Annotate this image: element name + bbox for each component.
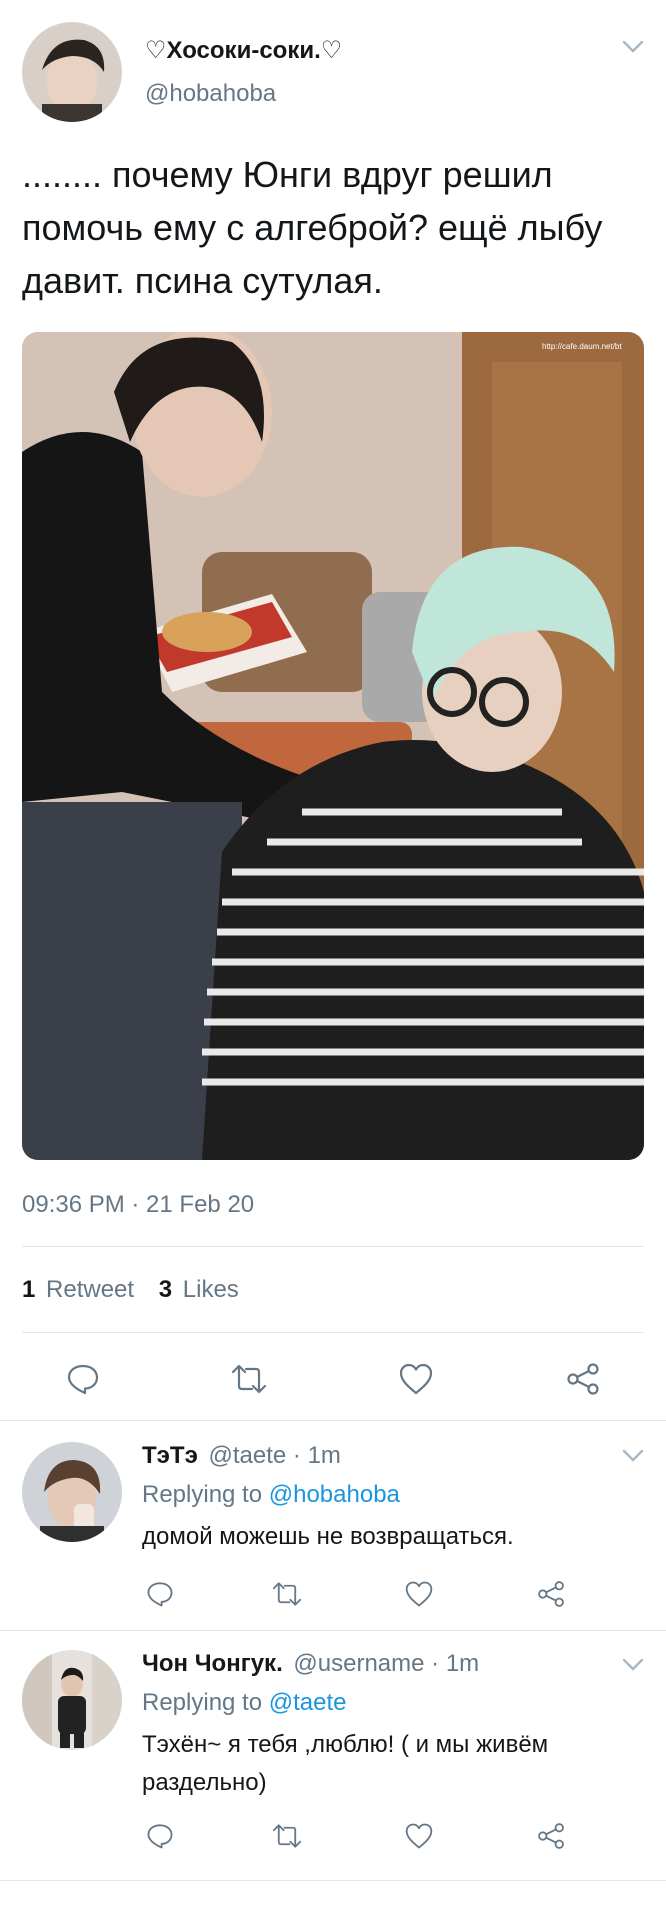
reply-display-name[interactable]: Чон Чонгук. [142, 1650, 283, 1677]
replying-handle-link[interactable]: @taete [269, 1689, 347, 1716]
share-button[interactable] [560, 1356, 606, 1402]
reply-avatar[interactable] [22, 1442, 122, 1542]
retweet-button[interactable] [268, 1575, 306, 1613]
divider [0, 1420, 666, 1421]
like-button[interactable] [400, 1817, 438, 1855]
tweet-timestamp[interactable]: 09:36 PM · 21 Feb 20 [22, 1191, 254, 1219]
divider [22, 1246, 644, 1247]
replying-prefix: Replying to [142, 1481, 263, 1508]
reply-handle-time[interactable]: @username · 1m [293, 1650, 479, 1677]
reply-avatar[interactable] [22, 1650, 122, 1750]
share-icon [567, 1363, 599, 1395]
reply-text: Тэхён~ я тебя ,люблю! ( и мы живём разде… [142, 1731, 549, 1796]
retweet-label[interactable]: Retweet [46, 1276, 134, 1303]
divider [0, 1630, 666, 1631]
replying-to: Replying to @hobahoba [142, 1481, 400, 1509]
author-handle[interactable]: @hobahoba [145, 80, 276, 108]
tweet-photo[interactable]: http://cafe.daum.net/bt [22, 332, 644, 1160]
replying-handle-link[interactable]: @hobahoba [269, 1481, 400, 1508]
chevron-down-icon[interactable] [622, 40, 644, 59]
divider [22, 1332, 644, 1333]
reply-header: ТэТэ @taete · 1m [142, 1442, 341, 1470]
retweet-icon [272, 1824, 302, 1848]
reply-display-name[interactable]: ТэТэ [142, 1442, 198, 1469]
photo-watermark: http://cafe.daum.net/bt [542, 342, 622, 351]
retweet-icon [231, 1364, 267, 1394]
retweet-count[interactable]: 1 [22, 1276, 35, 1303]
reply-button[interactable] [141, 1575, 179, 1613]
reply-handle-time[interactable]: @taete · 1m [209, 1442, 341, 1469]
retweet-icon [272, 1582, 302, 1606]
author-display-name[interactable]: ♡Хосоки-соки.♡ [145, 36, 342, 65]
divider [0, 1880, 666, 1881]
retweet-button[interactable] [226, 1356, 272, 1402]
like-count[interactable]: 3 [159, 1276, 172, 1303]
like-label[interactable]: Likes [183, 1276, 239, 1303]
tweet-text: ........ почему Юнги вдруг решил помочь … [22, 154, 603, 301]
reply-icon [67, 1364, 99, 1395]
replying-to: Replying to @taete [142, 1689, 347, 1717]
reply-icon [147, 1824, 173, 1849]
like-icon [405, 1823, 433, 1849]
like-button[interactable] [400, 1575, 438, 1613]
author-avatar[interactable] [22, 22, 122, 122]
tweet-stats: 1 Retweet 3 Likes [22, 1276, 239, 1304]
share-icon [538, 1581, 564, 1607]
replying-prefix: Replying to [142, 1689, 263, 1716]
chevron-down-icon[interactable] [622, 1658, 644, 1677]
chevron-down-icon[interactable] [622, 1449, 644, 1468]
like-button[interactable] [393, 1356, 439, 1402]
reply-header: Чон Чонгук. @username · 1m [142, 1650, 479, 1678]
like-icon [405, 1581, 433, 1607]
reply-icon [147, 1582, 173, 1607]
share-button[interactable] [532, 1575, 570, 1613]
reply-button[interactable] [60, 1356, 106, 1402]
reply-button[interactable] [141, 1817, 179, 1855]
reply-text: домой можешь не возвращаться. [142, 1523, 514, 1550]
share-icon [538, 1823, 564, 1849]
retweet-button[interactable] [268, 1817, 306, 1855]
like-icon [399, 1363, 433, 1395]
share-button[interactable] [532, 1817, 570, 1855]
